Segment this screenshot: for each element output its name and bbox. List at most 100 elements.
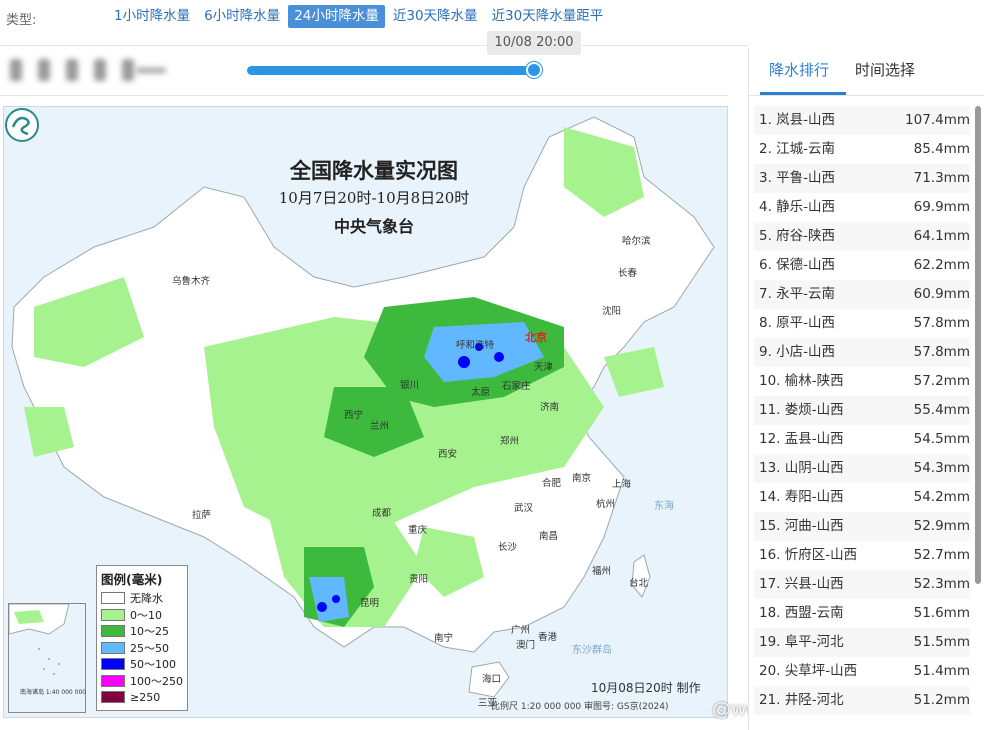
precipitation-map[interactable]: 全国降水量实况图 10月7日20时-10月8日20时 中央气象台 乌鲁木齐 哈尔… [3, 106, 728, 718]
station-name: 16. 忻府区-山西 [759, 547, 858, 563]
precip-value: 54.3mm [913, 460, 970, 476]
ranking-row[interactable]: 3. 平鲁-山西 71.3mm [754, 164, 970, 193]
ranking-row[interactable]: 13. 山阴-山西 54.3mm [754, 454, 970, 483]
city-changsha: 长沙 [498, 542, 518, 553]
city-taipei: 台北 [629, 578, 649, 589]
station-name: 20. 尖草坪-山西 [759, 663, 858, 679]
sea-dongsha-islands: 东沙群岛 [572, 645, 612, 656]
station-name: 6. 保德-山西 [759, 257, 836, 273]
tab-time-select[interactable]: 时间选择 [855, 59, 915, 80]
city-hohhot: 呼和浩特 [456, 340, 495, 351]
ranking-row[interactable]: 4. 静乐-山西 69.9mm [754, 193, 970, 222]
precip-value: 55.4mm [913, 402, 970, 418]
time-slider-thumb[interactable] [526, 62, 542, 78]
ranking-row[interactable]: 19. 阜平-河北 51.5mm [754, 628, 970, 657]
ranking-row[interactable]: 20. 尖草坪-山西 51.4mm [754, 657, 970, 686]
legend-label: 0～10 [130, 608, 162, 622]
ranking-row[interactable]: 17. 兴县-山西 52.3mm [754, 570, 970, 599]
precip-value: 64.1mm [913, 228, 970, 244]
tab-1h-precip[interactable]: 1小时降水量 [108, 5, 196, 28]
precip-value: 51.4mm [913, 663, 970, 679]
station-name: 9. 小店-山西 [759, 344, 836, 360]
precip-value: 57.8mm [913, 344, 970, 360]
city-haikou: 海口 [482, 674, 502, 685]
tab-precip-ranking[interactable]: 降水排行 [769, 59, 829, 80]
ranking-row[interactable]: 18. 西盟-云南 51.6mm [754, 599, 970, 628]
station-name: 14. 寿阳-山西 [759, 489, 844, 505]
precip-value: 52.7mm [913, 547, 970, 563]
legend-label: 无降水 [130, 592, 163, 606]
map-legend: 图例(毫米) 无降水 0～10 10～25 25～50 50～100 100～2… [96, 565, 188, 711]
precip-value: 51.2mm [913, 692, 970, 708]
station-name: 5. 府谷-陕西 [759, 228, 836, 244]
city-nanchang: 南昌 [539, 531, 559, 542]
legend-label: ≥250 [130, 690, 161, 704]
station-name: 2. 江城-云南 [759, 141, 836, 157]
tab-6h-precip[interactable]: 6小时降水量 [198, 5, 286, 28]
side-panel: 降水排行 时间选择 1. 岚县-山西 107.4mm 2. 江城-云南 85.4mm 3… [748, 48, 984, 730]
precip-value: 62.2mm [913, 257, 970, 273]
ranking-row[interactable]: 16. 忻府区-山西 52.7mm [754, 541, 970, 570]
legend-swatch [101, 674, 125, 687]
city-wuhan: 武汉 [514, 503, 534, 514]
precip-value: 51.6mm [913, 605, 970, 621]
station-name: 21. 井陉-河北 [759, 692, 844, 708]
ranking-row[interactable]: 8. 原平-山西 57.8mm [754, 309, 970, 338]
city-fuzhou: 福州 [592, 566, 612, 577]
ranking-row[interactable]: 7. 永平-云南 60.9mm [754, 280, 970, 309]
ranking-row[interactable]: 5. 府谷-陕西 64.1mm [754, 222, 970, 251]
precip-value: 54.5mm [913, 431, 970, 447]
ranking-row[interactable]: 21. 井陉-河北 51.2mm [754, 686, 970, 715]
city-beijing: 北京 [525, 331, 547, 344]
station-name: 17. 兴县-山西 [759, 576, 844, 592]
city-chengdu: 成都 [372, 508, 392, 519]
ranking-row[interactable]: 11. 娄烦-山西 55.4mm [754, 396, 970, 425]
ranking-row[interactable]: 14. 寿阳-山西 54.2mm [754, 483, 970, 512]
ranking-row[interactable]: 2. 江城-云南 85.4mm [754, 135, 970, 164]
map-scale: 比例尺 1:20 000 000 审图号: GS京(2024) [491, 702, 669, 712]
side-tabs: 降水排行 时间选择 [749, 48, 984, 96]
city-harbin: 哈尔滨 [622, 236, 651, 247]
tab-30d-precip[interactable]: 近30天降水量 [387, 5, 484, 28]
city-kunming: 昆明 [360, 598, 380, 609]
legend-label: 10～25 [130, 625, 169, 639]
precip-value: 52.9mm [913, 518, 970, 534]
ranking-scrollbar[interactable] [975, 106, 981, 584]
mid-divider [0, 95, 728, 96]
city-xian: 西安 [438, 449, 458, 460]
time-tooltip: 10/08 20:00 [487, 31, 581, 55]
ranking-row[interactable]: 9. 小店-山西 57.8mm [754, 338, 970, 367]
cma-logo-icon [5, 108, 39, 142]
city-xining: 西宁 [344, 410, 364, 421]
precip-value: 57.8mm [913, 315, 970, 331]
legend-swatch [101, 625, 125, 638]
city-shenyang: 沈阳 [602, 306, 622, 317]
city-shanghai: 上海 [612, 479, 632, 490]
made-time: 10月08日20时 制作 [591, 681, 701, 695]
ranking-row[interactable]: 15. 河曲-山西 52.9mm [754, 512, 970, 541]
type-tabs: 1小时降水量 6小时降水量 24小时降水量 近30天降水量 近30天降水量距平 [108, 5, 609, 28]
legend-title: 图例(毫米) [101, 572, 163, 587]
city-guangzhou: 广州 [511, 625, 531, 636]
city-tianjin: 天津 [534, 362, 554, 373]
ranking-row[interactable]: 12. 盂县-山西 54.5mm [754, 425, 970, 454]
south-china-sea-inset [8, 603, 86, 713]
legend-item: 50～100 [101, 656, 183, 673]
legend-swatch [101, 641, 125, 654]
legend-item: 25～50 [101, 640, 183, 657]
city-lhasa: 拉萨 [192, 510, 212, 521]
precip-value: 51.5mm [913, 634, 970, 650]
city-zhengzhou: 郑州 [500, 436, 520, 447]
precip-value: 69.9mm [913, 199, 970, 215]
ranking-row[interactable]: 1. 岚县-山西 107.4mm [754, 106, 970, 135]
tab-24h-precip[interactable]: 24小时降水量 [288, 5, 385, 28]
station-name: 10. 榆林-陕西 [759, 373, 844, 389]
precip-value: 57.2mm [913, 373, 970, 389]
city-urumqi: 乌鲁木齐 [172, 276, 211, 287]
ranking-row[interactable]: 6. 保德-山西 62.2mm [754, 251, 970, 280]
ranking-row[interactable]: 10. 榆林-陕西 57.2mm [754, 367, 970, 396]
tab-30d-anomaly[interactable]: 近30天降水量距平 [486, 5, 610, 28]
station-name: 8. 原平-山西 [759, 315, 836, 331]
time-slider-track[interactable] [247, 66, 535, 75]
city-macau: 澳门 [516, 640, 536, 651]
